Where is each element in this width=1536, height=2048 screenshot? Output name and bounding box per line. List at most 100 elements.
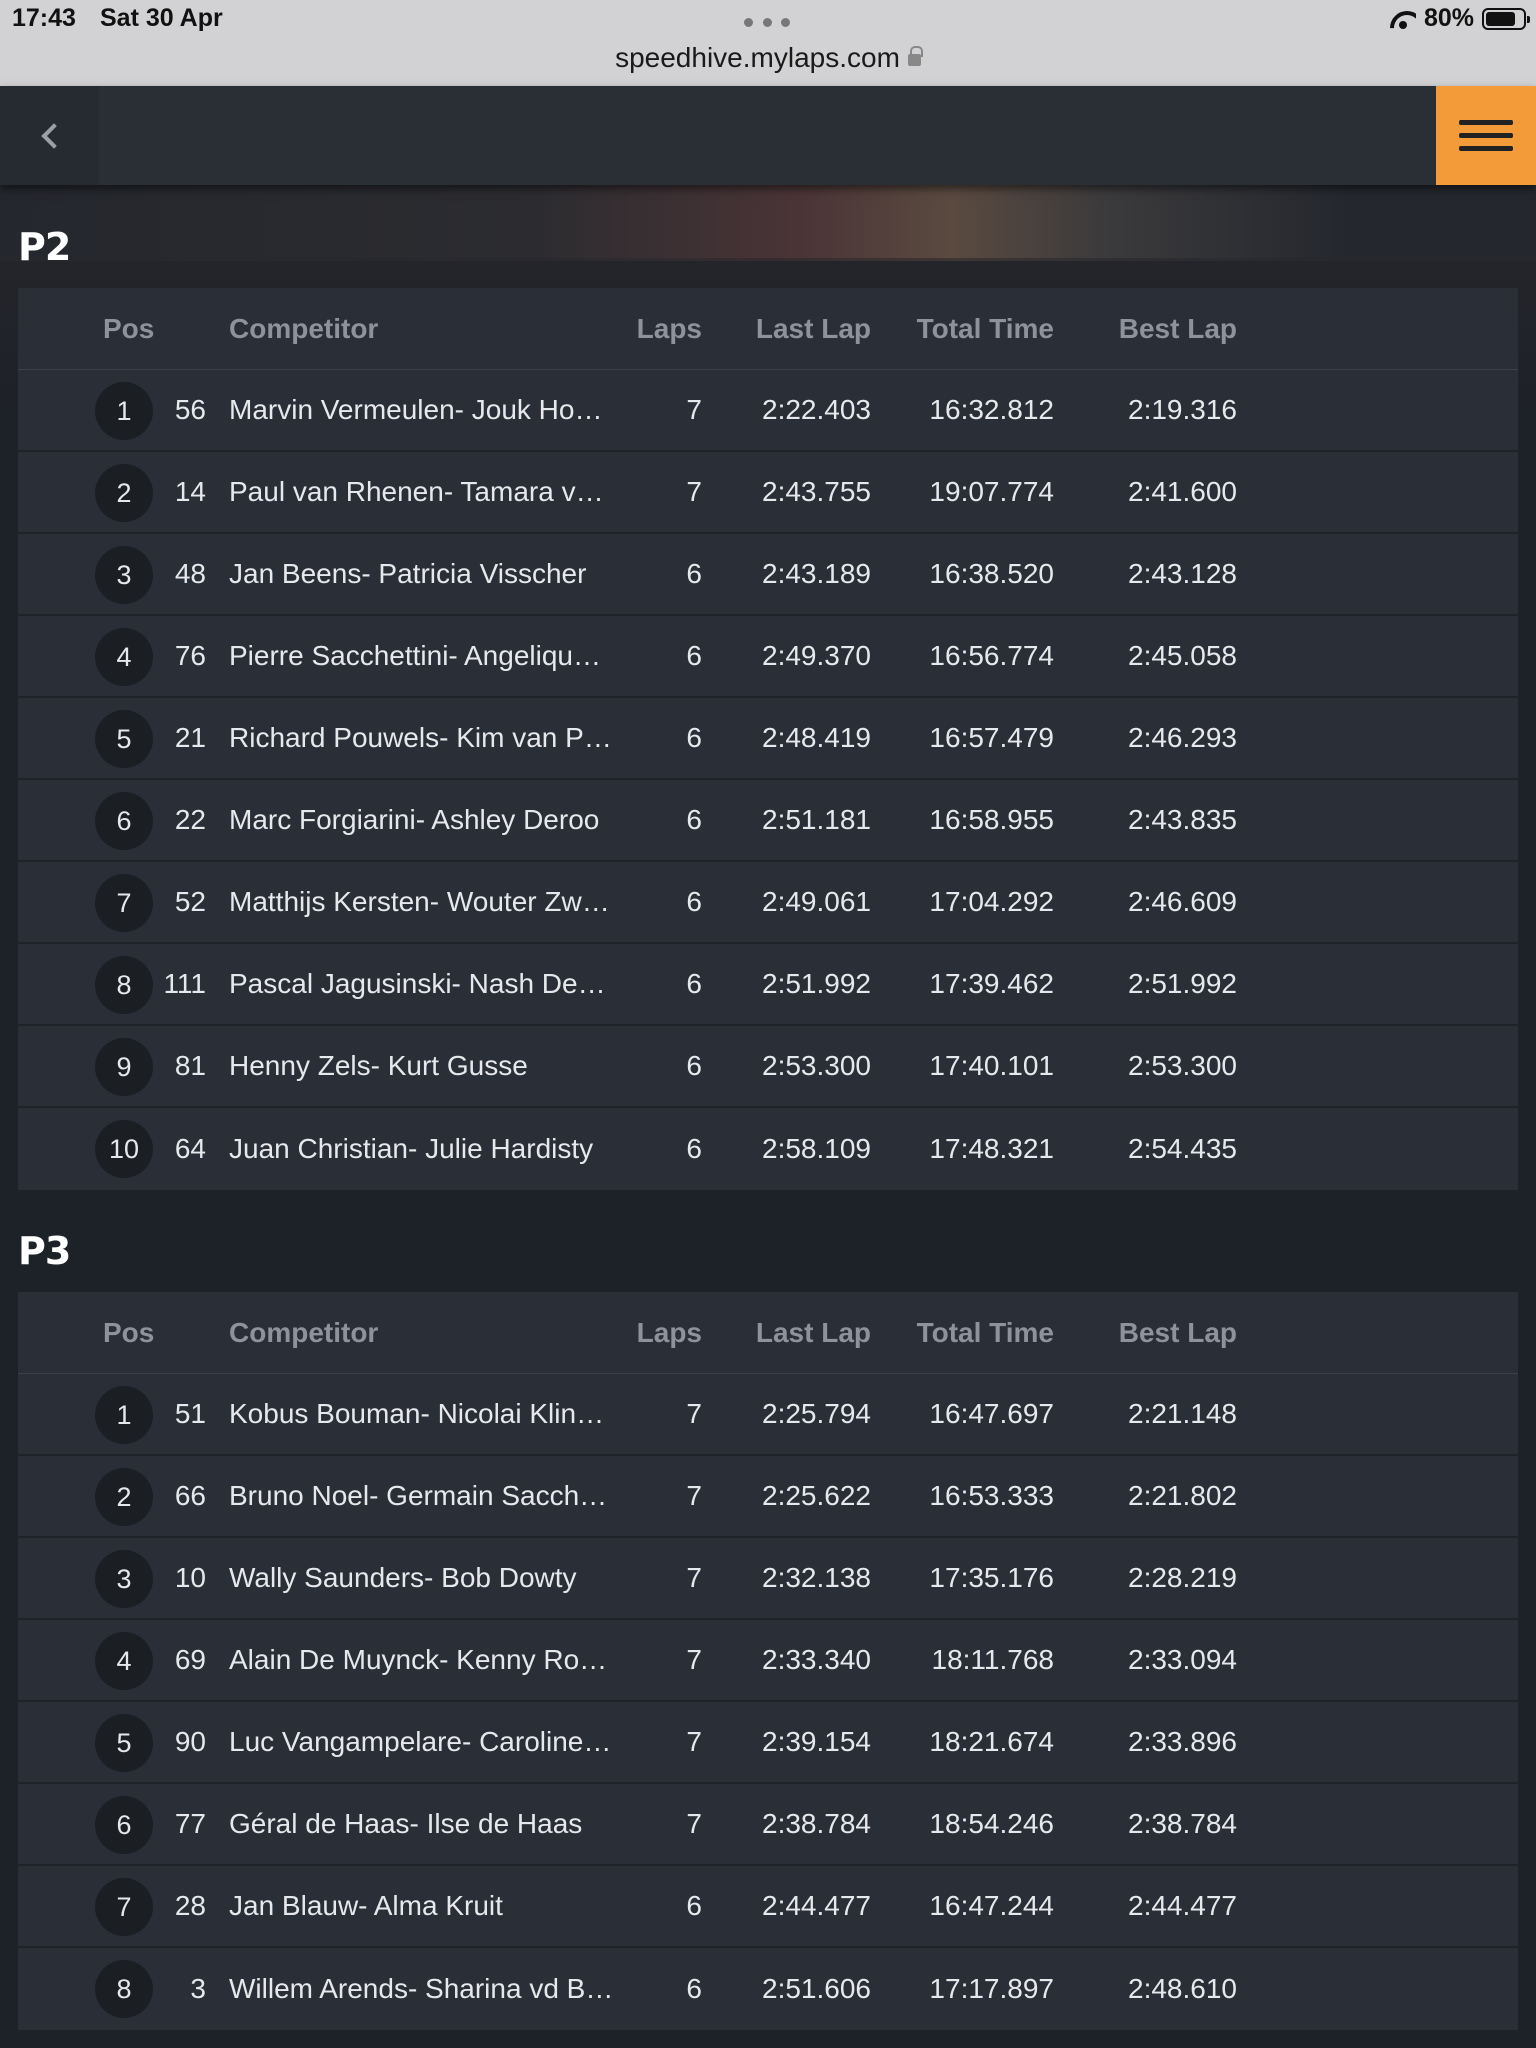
competitor-name: Juan Christian- Julie Hardisty bbox=[229, 1133, 594, 1164]
competitor-name-cell: Luc Vangampelare- Caroline Vangampelare bbox=[229, 1702, 614, 1782]
battery-icon bbox=[1482, 7, 1530, 30]
table-row[interactable]: 6 77 7 2:38.784 18:54.246 2:38.784 Géral de Ha… bbox=[18, 1784, 1518, 1866]
best-lap-value: 2:33.896 bbox=[1128, 1726, 1237, 1757]
table-header: Pos Competitor Laps Last Lap Total Time Best … bbox=[18, 288, 1518, 370]
competitor-name-cell: Paul van Rhenen- Tamara van Rhenen bbox=[229, 452, 614, 532]
competitor-name: Jan Blauw- Alma Kruit bbox=[229, 1890, 503, 1921]
table-row[interactable]: 8 111 6 2:51.992 17:39.462 2:51.992 Pascal Jag… bbox=[18, 944, 1518, 1026]
competitor-name: Pierre Sacchettini- Angelique Sacchettin… bbox=[229, 640, 614, 671]
competitor-name-cell: Marc Forgiarini- Ashley Deroo bbox=[229, 780, 614, 860]
competitor-name-cell: Bruno Noel- Germain Sacchettini bbox=[229, 1456, 614, 1536]
section-title: P3 bbox=[18, 1229, 71, 1273]
best-lap-value: 2:41.600 bbox=[1128, 476, 1237, 507]
best-lap-value: 2:43.128 bbox=[1128, 558, 1237, 589]
best-lap-value: 2:28.219 bbox=[1128, 1562, 1237, 1593]
table-row[interactable]: 6 22 6 2:51.181 16:58.955 2:43.835 Marc Forgia… bbox=[18, 780, 1518, 862]
competitor-name: Paul van Rhenen- Tamara van Rhenen bbox=[229, 476, 614, 507]
table-row[interactable]: 5 21 6 2:48.419 16:57.479 2:46.293 Richard Pou… bbox=[18, 698, 1518, 780]
table-row[interactable]: 3 48 6 2:43.189 16:38.520 2:43.128 Jan Beens- … bbox=[18, 534, 1518, 616]
more-dots-icon[interactable] bbox=[744, 18, 790, 28]
competitor-name-cell: Kobus Bouman- Nicolai Klinkhamer bbox=[229, 1374, 614, 1454]
best-lap-value: 2:43.835 bbox=[1128, 804, 1237, 835]
competitor-name-cell: Jan Blauw- Alma Kruit bbox=[229, 1866, 614, 1946]
competitor-name: Pascal Jagusinski- Nash Deprez bbox=[229, 968, 614, 999]
competitor-name: Kobus Bouman- Nicolai Klinkhamer bbox=[229, 1398, 614, 1429]
section-title: P2 bbox=[18, 225, 71, 269]
menu-button[interactable] bbox=[1436, 86, 1536, 185]
competitor-name-cell: Alain De Muynck- Kenny Roose bbox=[229, 1620, 614, 1700]
best-lap-value: 2:45.058 bbox=[1128, 640, 1237, 671]
competitor-name: Willem Arends- Sharina vd Berg bbox=[229, 1973, 614, 2004]
app-header bbox=[0, 86, 1536, 185]
status-date: Sat 30 Apr bbox=[100, 4, 223, 32]
competitor-name: Wally Saunders- Bob Dowty bbox=[229, 1562, 577, 1593]
competitor-name: Marvin Vermeulen- Jouk Hoekstra bbox=[229, 394, 614, 425]
hamburger-line bbox=[1459, 146, 1513, 151]
results-table: Pos Competitor Laps Last Lap Total Time Best … bbox=[18, 288, 1518, 1190]
competitor-name-cell: Willem Arends- Sharina vd Berg bbox=[229, 1948, 614, 2030]
competitor-name: Bruno Noel- Germain Sacchettini bbox=[229, 1480, 614, 1511]
best-lap-value: 2:44.477 bbox=[1128, 1890, 1237, 1921]
status-icons: 80% bbox=[1390, 4, 1530, 33]
table-header: Pos Competitor Laps Last Lap Total Time Best … bbox=[18, 1292, 1518, 1374]
competitor-name: Richard Pouwels- Kim van Pouwels bbox=[229, 722, 614, 753]
table-row[interactable]: 1 56 7 2:22.403 16:32.812 2:19.316 Marvin Verm… bbox=[18, 370, 1518, 452]
competitor-name-cell: Matthijs Kersten- Wouter Zwanenburg bbox=[229, 862, 614, 942]
competitor-name: Luc Vangampelare- Caroline Vangampelare bbox=[229, 1726, 614, 1757]
competitor-name: Marc Forgiarini- Ashley Deroo bbox=[229, 804, 600, 835]
competitor-name-cell: Richard Pouwels- Kim van Pouwels bbox=[229, 698, 614, 778]
table-row[interactable]: 7 52 6 2:49.061 17:04.292 2:46.609 Matthijs Ke… bbox=[18, 862, 1518, 944]
status-time: 17:43 bbox=[12, 4, 76, 32]
header-best-lap[interactable]: Best Lap bbox=[18, 288, 1237, 369]
url-text: speedhive.mylaps.com bbox=[615, 42, 900, 73]
best-lap-value: 2:38.784 bbox=[1128, 1808, 1237, 1839]
best-lap-value: 2:46.293 bbox=[1128, 722, 1237, 753]
competitor-name-cell: Wally Saunders- Bob Dowty bbox=[229, 1538, 614, 1618]
bottom-spacer bbox=[0, 2030, 1536, 2048]
table-row[interactable]: 1 51 7 2:25.794 16:47.697 2:21.148 Kobus Bouma… bbox=[18, 1374, 1518, 1456]
table-row[interactable]: 4 76 6 2:49.370 16:56.774 2:45.058 Pierre Sacc… bbox=[18, 616, 1518, 698]
competitor-name-cell: Jan Beens- Patricia Visscher bbox=[229, 534, 614, 614]
competitor-name-cell: Juan Christian- Julie Hardisty bbox=[229, 1108, 614, 1190]
competitor-name: Alain De Muynck- Kenny Roose bbox=[229, 1644, 614, 1675]
table-row[interactable]: 7 28 6 2:44.477 16:47.244 2:44.477 Jan Blauw- … bbox=[18, 1866, 1518, 1948]
back-button[interactable] bbox=[0, 86, 99, 185]
best-lap-value: 2:46.609 bbox=[1128, 886, 1237, 917]
table-row[interactable]: 8 3 6 2:51.606 17:17.897 2:48.610 Willem Arend… bbox=[18, 1948, 1518, 2030]
wifi-icon bbox=[1390, 9, 1416, 29]
competitor-name: Matthijs Kersten- Wouter Zwanenburg bbox=[229, 886, 614, 917]
lock-icon bbox=[907, 46, 923, 66]
battery-percent: 80% bbox=[1423, 4, 1474, 32]
status-bar: 17:43 Sat 30 Apr speedhive.mylaps.com 80… bbox=[0, 0, 1536, 86]
best-lap-value: 2:51.992 bbox=[1128, 968, 1237, 999]
best-lap-value: 2:33.094 bbox=[1128, 1644, 1237, 1675]
best-lap-value: 2:54.435 bbox=[1128, 1133, 1237, 1164]
chevron-left-icon bbox=[40, 122, 67, 149]
competitor-name-cell: Pascal Jagusinski- Nash Deprez bbox=[229, 944, 614, 1024]
table-row[interactable]: 3 10 7 2:32.138 17:35.176 2:28.219 Wally Saund… bbox=[18, 1538, 1518, 1620]
address-bar[interactable]: speedhive.mylaps.com bbox=[0, 42, 1536, 74]
table-row[interactable]: 2 14 7 2:43.755 19:07.774 2:41.600 Paul van Rh… bbox=[18, 452, 1518, 534]
best-lap-value: 2:19.316 bbox=[1128, 394, 1237, 425]
competitor-name-cell: Marvin Vermeulen- Jouk Hoekstra bbox=[229, 370, 614, 450]
best-lap-value: 2:48.610 bbox=[1128, 1973, 1237, 2004]
best-lap-value: 2:21.148 bbox=[1128, 1398, 1237, 1429]
header-best-lap[interactable]: Best Lap bbox=[18, 1292, 1237, 1373]
competitor-name: Jan Beens- Patricia Visscher bbox=[229, 558, 587, 589]
hamburger-line bbox=[1459, 133, 1513, 138]
table-row[interactable]: 9 81 6 2:53.300 17:40.101 2:53.300 Henny Zels-… bbox=[18, 1026, 1518, 1108]
best-lap-value: 2:21.802 bbox=[1128, 1480, 1237, 1511]
best-lap-value: 2:53.300 bbox=[1128, 1050, 1237, 1081]
competitor-name: Henny Zels- Kurt Gusse bbox=[229, 1050, 528, 1081]
table-row[interactable]: 5 90 7 2:39.154 18:21.674 2:33.896 Luc Vangamp… bbox=[18, 1702, 1518, 1784]
results-table: Pos Competitor Laps Last Lap Total Time Best … bbox=[18, 1292, 1518, 2030]
competitor-name-cell: Henny Zels- Kurt Gusse bbox=[229, 1026, 614, 1106]
table-row[interactable]: 2 66 7 2:25.622 16:53.333 2:21.802 Bruno Noel-… bbox=[18, 1456, 1518, 1538]
competitor-name: Géral de Haas- Ilse de Haas bbox=[229, 1808, 583, 1839]
table-row[interactable]: 10 64 6 2:58.109 17:48.321 2:54.435 Juan Chris… bbox=[18, 1108, 1518, 1190]
competitor-name-cell: Pierre Sacchettini- Angelique Sacchettin… bbox=[229, 616, 614, 696]
hamburger-menu-icon bbox=[1459, 120, 1513, 125]
competitor-name-cell: Géral de Haas- Ilse de Haas bbox=[229, 1784, 614, 1864]
hero-banner-image bbox=[0, 185, 1536, 261]
table-row[interactable]: 4 69 7 2:33.340 18:11.768 2:33.094 Alain De Mu… bbox=[18, 1620, 1518, 1702]
